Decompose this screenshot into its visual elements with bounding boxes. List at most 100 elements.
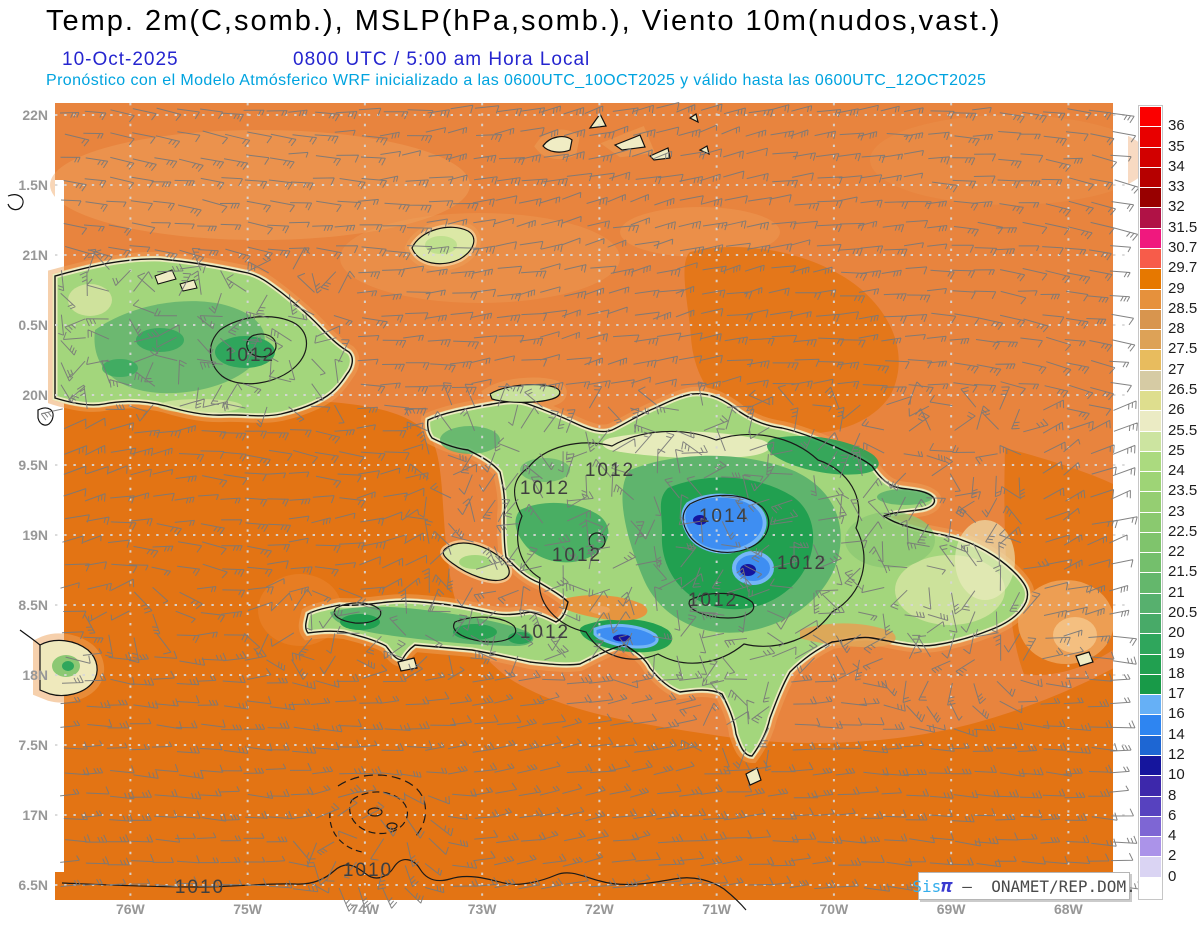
colorbar-cell <box>1140 634 1161 655</box>
colorbar-tick-label: 31.5 <box>1168 218 1198 236</box>
colorbar-cell <box>1140 654 1161 675</box>
colorbar-tick-label: 25.5 <box>1168 421 1198 439</box>
colorbar-tick-label: 20 <box>1168 624 1185 642</box>
colorbar-tick-label: 18 <box>1168 664 1185 682</box>
colorbar-cell <box>1140 837 1161 858</box>
mslp-contour-label: 1014 <box>698 506 750 527</box>
colorbar-cell <box>1140 370 1161 391</box>
watermark-badge: Sis π – ONAMET/REP.DOM. <box>912 872 1136 900</box>
colorbar-cell <box>1140 816 1161 838</box>
colorbar-cell <box>1140 715 1161 736</box>
colorbar-tick-label: 26.5 <box>1168 380 1198 398</box>
colorbar-tick-label: 26 <box>1168 401 1185 419</box>
lat-tick-label: 0.5N <box>18 317 48 333</box>
mslp-contour-label: 1012 <box>519 622 571 643</box>
colorbar-tick-label: 21 <box>1168 583 1185 601</box>
colorbar-tick-label: 12 <box>1168 746 1185 764</box>
colorbar-tick-label: 27 <box>1168 360 1185 378</box>
colorbar-cell <box>1140 228 1161 249</box>
lon-tick-label: 76W <box>115 901 145 917</box>
colorbar-cell <box>1140 674 1161 696</box>
colorbar-tick-label: 36 <box>1168 117 1185 135</box>
colorbar-cell <box>1140 208 1161 229</box>
colorbar-tick-label: 21.5 <box>1168 563 1198 581</box>
colorbar-cell <box>1140 147 1161 168</box>
colorbar-cell <box>1140 330 1161 351</box>
colorbar-cell <box>1140 573 1161 594</box>
colorbar-tick-label: 22.5 <box>1168 522 1198 540</box>
mslp-contour-label: 1010 <box>342 860 394 881</box>
mslp-contour-label: 1012 <box>224 345 276 366</box>
mslp-contour-label: 1010 <box>174 877 226 898</box>
colorbar-tick-label: 22 <box>1168 543 1185 561</box>
lon-tick-label: 72W <box>584 901 614 917</box>
lat-tick-label: 19N <box>22 527 48 543</box>
colorbar-cell <box>1140 735 1161 756</box>
colorbar-cell <box>1140 593 1161 615</box>
colorbar-tick-label: 28 <box>1168 320 1185 338</box>
colorbar-tick-label: 30.7 <box>1168 238 1198 256</box>
colorbar-tick-label: 23.5 <box>1168 482 1198 500</box>
lat-tick-label: 7.5N <box>18 737 48 753</box>
lon-tick-label: 75W <box>233 901 263 917</box>
colorbar-tick-label: 8 <box>1168 786 1177 804</box>
colorbar-cell <box>1140 390 1161 412</box>
colorbar-tick-label: 16 <box>1168 705 1185 723</box>
colorbar-cell <box>1140 532 1161 554</box>
wrf-forecast-screenshot: Temp. 2m(C,somb.), MSLP(hPa,somb.), Vien… <box>0 0 1200 927</box>
colorbar-cell <box>1140 553 1161 574</box>
mslp-contour-label: 1012 <box>687 590 739 611</box>
colorbar-cell <box>1140 167 1161 189</box>
colorbar-cell <box>1140 269 1161 290</box>
mslp-contour-label: 1012 <box>584 460 636 481</box>
lat-tick-label: 1.5N <box>18 177 48 193</box>
lat-tick-label: 6.5N <box>18 877 48 893</box>
colorbar-cell <box>1140 776 1161 797</box>
lon-tick-label: 69W <box>936 901 966 917</box>
colorbar-cell <box>1140 188 1161 209</box>
watermark-pi-icon: π <box>941 875 953 897</box>
colorbar-cell <box>1140 877 1161 898</box>
colorbar-tick-label: 19 <box>1168 644 1185 662</box>
lon-tick-label: 68W <box>1053 901 1083 917</box>
lat-tick-label: 8.5N <box>18 597 48 613</box>
colorbar-cell <box>1140 451 1161 473</box>
colorbar-cell <box>1140 309 1161 331</box>
lon-tick-label: 70W <box>819 901 849 917</box>
colorbar-cell <box>1140 756 1161 777</box>
colorbar-cell <box>1140 796 1161 817</box>
mslp-contour-label: 1012 <box>776 553 828 574</box>
colorbar-tick-label: 6 <box>1168 806 1177 824</box>
colorbar-tick-label: 25 <box>1168 441 1185 459</box>
colorbar-cell <box>1140 431 1161 452</box>
colorbar-tick-label: 29 <box>1168 279 1185 297</box>
lat-tick-label: 20N <box>22 387 48 403</box>
colorbar-tick-label: 33 <box>1168 178 1185 196</box>
lat-tick-label: 22N <box>22 107 48 123</box>
watermark-separator: – <box>952 876 982 896</box>
colorbar-cell <box>1140 127 1161 148</box>
colorbar-tick-label: 4 <box>1168 827 1177 845</box>
watermark-org: ONAMET/REP.DOM. <box>981 876 1136 896</box>
lat-tick-label: 17N <box>22 807 48 823</box>
colorbar-tick-label: 20.5 <box>1168 604 1198 622</box>
colorbar-tick-label: 35 <box>1168 137 1185 155</box>
colorbar-tick-label: 27.5 <box>1168 340 1198 358</box>
lon-tick-label: 74W <box>350 901 380 917</box>
mslp-contour-label: 1012 <box>551 545 603 566</box>
colorbar-cell <box>1140 289 1161 310</box>
colorbar-tick-label: 2 <box>1168 847 1177 865</box>
colorbar-cell <box>1140 107 1161 128</box>
colorbar-cell <box>1140 512 1161 533</box>
lon-tick-label: 73W <box>467 901 497 917</box>
colorbar-cell <box>1140 472 1161 493</box>
colorbar-cell <box>1140 248 1161 270</box>
colorbar-tick-label: 14 <box>1168 725 1185 743</box>
colorbar-cell <box>1140 695 1161 716</box>
colorbar-tick-label: 17 <box>1168 685 1185 703</box>
lat-tick-label: 21N <box>22 247 48 263</box>
colorbar-tick-label: 28.5 <box>1168 299 1198 317</box>
colorbar-tick-label: 23 <box>1168 502 1185 520</box>
colorbar-cell <box>1140 857 1161 878</box>
lon-tick-label: 71W <box>702 901 732 917</box>
